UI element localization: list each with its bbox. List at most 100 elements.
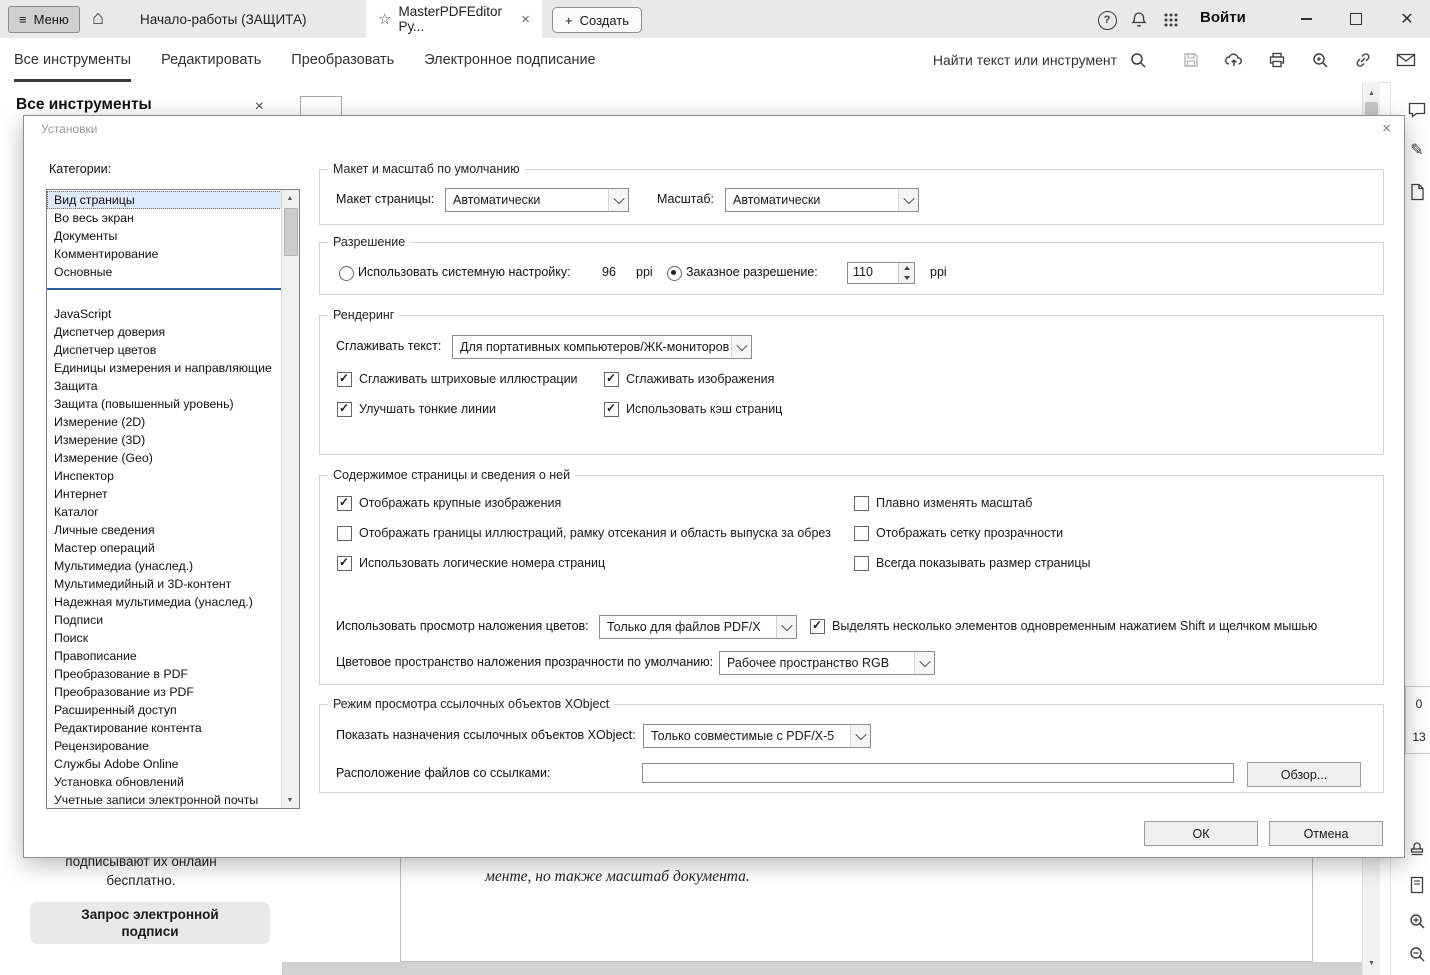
- spinner-down-icon[interactable]: [899, 273, 914, 283]
- scroll-down-icon[interactable]: ▼: [1363, 955, 1380, 971]
- menu-button[interactable]: ≡ Меню: [8, 6, 80, 33]
- category-item[interactable]: Надежная мультимедиа (унаслед.): [47, 593, 282, 611]
- category-item[interactable]: Каталог: [47, 503, 282, 521]
- scrollbar-thumb[interactable]: [284, 208, 298, 256]
- use-page-cache-checkbox[interactable]: [604, 401, 619, 417]
- xobject-target-select[interactable]: Только совместимые с PDF/X-5: [643, 724, 871, 748]
- tab-esign[interactable]: Электронное подписание: [424, 38, 595, 82]
- email-icon[interactable]: [1394, 48, 1418, 72]
- close-dialog-icon[interactable]: ×: [1382, 120, 1391, 137]
- ok-button[interactable]: ОК: [1144, 821, 1258, 846]
- tab-edit[interactable]: Редактировать: [161, 38, 261, 82]
- category-item[interactable]: Основные: [47, 263, 282, 281]
- zoom-in-icon[interactable]: [1407, 911, 1427, 931]
- category-item[interactable]: Во весь экран: [47, 209, 282, 227]
- category-item[interactable]: Защита: [47, 377, 282, 395]
- edit-pencil-icon[interactable]: ✎: [1407, 140, 1427, 160]
- category-item[interactable]: Установка обновлений: [47, 773, 282, 791]
- page-view-icon[interactable]: [1407, 875, 1427, 895]
- smooth-images-checkbox[interactable]: [604, 371, 619, 387]
- category-item[interactable]: Редактирование контента: [47, 719, 282, 737]
- maximize-button[interactable]: [1333, 0, 1379, 38]
- page-layout-select[interactable]: Автоматически: [445, 188, 629, 212]
- category-item[interactable]: Подписи: [47, 611, 282, 629]
- category-item[interactable]: JavaScript: [47, 305, 282, 323]
- category-item[interactable]: Мастер операций: [47, 539, 282, 557]
- tab-document-getting-started[interactable]: Начало-работы (ЗАЩИТА): [128, 0, 368, 38]
- category-item[interactable]: Диспетчер цветов: [47, 341, 282, 359]
- show-large-images-checkbox[interactable]: [337, 495, 352, 511]
- close-panel-icon[interactable]: ×: [255, 98, 264, 116]
- category-item[interactable]: Единицы измерения и направляющие: [47, 359, 282, 377]
- close-window-button[interactable]: ✕: [1384, 0, 1430, 38]
- category-item[interactable]: Мультимедиа (унаслед.): [47, 557, 282, 575]
- search-tool-button[interactable]: Найти текст или инструмент: [933, 48, 1150, 72]
- smooth-zoom-checkbox[interactable]: [854, 495, 869, 511]
- browse-button[interactable]: Обзор...: [1247, 762, 1361, 787]
- home-icon[interactable]: ⌂: [92, 7, 104, 30]
- category-item[interactable]: Интернет: [47, 485, 282, 503]
- zoom-out-icon[interactable]: [1407, 944, 1427, 964]
- category-item[interactable]: Комментирование: [47, 245, 282, 263]
- show-transparency-grid-checkbox[interactable]: [854, 525, 869, 541]
- category-item[interactable]: Преобразование в PDF: [47, 665, 282, 683]
- minimize-button[interactable]: [1283, 0, 1329, 38]
- custom-resolution-spinner[interactable]: 110: [847, 262, 915, 284]
- category-item[interactable]: Поиск: [47, 629, 282, 647]
- sign-in-button[interactable]: Войти: [1200, 9, 1246, 26]
- scroll-down-icon[interactable]: ▼: [282, 792, 298, 808]
- apps-grid-icon[interactable]: [1161, 10, 1181, 30]
- enhance-thin-lines-checkbox[interactable]: [337, 401, 352, 417]
- category-item[interactable]: Измерение (3D): [47, 431, 282, 449]
- listbox-scrollbar[interactable]: ▲ ▼: [281, 190, 299, 808]
- help-icon[interactable]: ?: [1097, 10, 1117, 30]
- export-document-icon[interactable]: [1407, 182, 1427, 202]
- print-icon[interactable]: [1265, 48, 1289, 72]
- cloud-upload-icon[interactable]: [1222, 48, 1246, 72]
- category-item[interactable]: Рецензирование: [47, 737, 282, 755]
- category-item[interactable]: Диспетчер доверия: [47, 323, 282, 341]
- scroll-up-icon[interactable]: ▲: [1363, 85, 1380, 101]
- category-item[interactable]: Защита (повышенный уровень): [47, 395, 282, 413]
- shift-multiselect-checkbox[interactable]: [810, 618, 825, 634]
- comment-icon[interactable]: [1407, 100, 1427, 120]
- link-icon[interactable]: [1351, 48, 1375, 72]
- cancel-button[interactable]: Отмена: [1269, 821, 1383, 846]
- create-button[interactable]: + Создать: [552, 7, 642, 33]
- logical-page-numbers-checkbox[interactable]: [337, 555, 352, 571]
- smooth-text-select[interactable]: Для портативных компьютеров/ЖК-мониторов: [452, 335, 752, 359]
- category-item[interactable]: Службы Adobe Online: [47, 755, 282, 773]
- save-icon[interactable]: [1179, 48, 1203, 72]
- zoom-select[interactable]: Автоматически: [725, 188, 919, 212]
- system-resolution-radio[interactable]: [339, 266, 354, 281]
- category-item[interactable]: Учетные записи электронной почты: [47, 791, 282, 808]
- smooth-line-art-checkbox[interactable]: [337, 371, 352, 387]
- request-esignature-button[interactable]: Запрос электронной подписи: [30, 902, 270, 944]
- tab-all-tools[interactable]: Все инструменты: [14, 38, 132, 82]
- always-show-page-size-checkbox[interactable]: [854, 555, 869, 571]
- select-value: Только для файлов PDF/X: [607, 620, 761, 634]
- tab-document-masterpdfeditor[interactable]: ☆ MasterPDFEditor Ру... ×: [366, 0, 542, 38]
- category-item[interactable]: Личные сведения: [47, 521, 282, 539]
- category-item[interactable]: Вид страницы: [47, 191, 282, 209]
- overprint-preview-select[interactable]: Только для файлов PDF/X: [599, 615, 797, 639]
- custom-resolution-radio[interactable]: [667, 266, 682, 281]
- close-tab-icon[interactable]: ×: [521, 11, 530, 28]
- spinner-up-icon[interactable]: [899, 263, 914, 273]
- show-art-trim-bleed-checkbox[interactable]: [337, 525, 352, 541]
- category-item[interactable]: Расширенный доступ: [47, 701, 282, 719]
- category-item[interactable]: Правописание: [47, 647, 282, 665]
- category-item[interactable]: Измерение (2D): [47, 413, 282, 431]
- tab-convert[interactable]: Преобразовать: [291, 38, 394, 82]
- stamp-icon[interactable]: [1407, 838, 1427, 858]
- notifications-bell-icon[interactable]: [1129, 10, 1149, 30]
- category-item[interactable]: Мультимедийный и 3D-контент: [47, 575, 282, 593]
- scroll-up-icon[interactable]: ▲: [282, 190, 298, 206]
- transparency-colorspace-select[interactable]: Рабочее пространство RGB: [719, 651, 935, 675]
- category-item[interactable]: Преобразование из PDF: [47, 683, 282, 701]
- category-item[interactable]: Инспектор: [47, 467, 282, 485]
- category-item[interactable]: Документы: [47, 227, 282, 245]
- advanced-search-icon[interactable]: [1308, 48, 1332, 72]
- category-item[interactable]: Измерение (Geo): [47, 449, 282, 467]
- linked-files-input[interactable]: [642, 763, 1234, 783]
